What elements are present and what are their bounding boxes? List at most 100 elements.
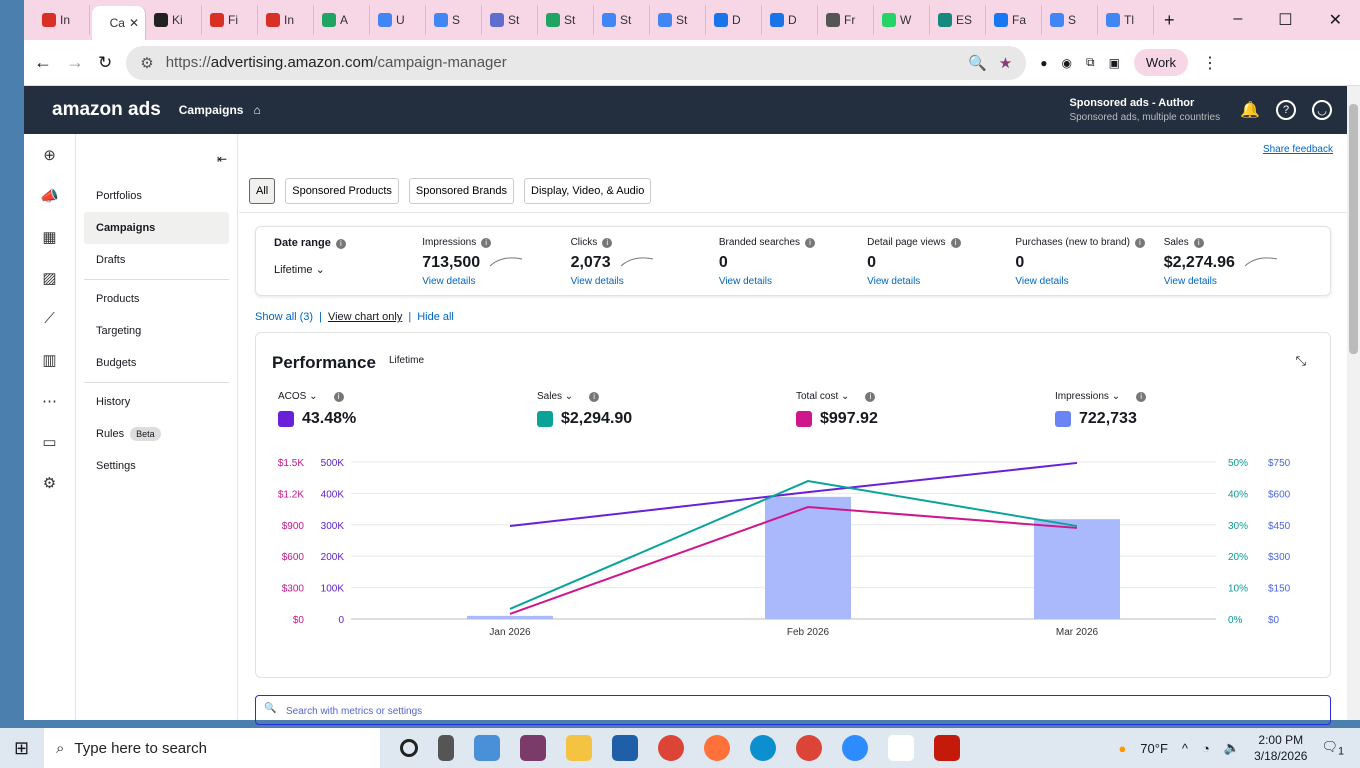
new-tab-icon[interactable]: +	[1164, 10, 1175, 31]
metric-selector[interactable]: ACOS ⌄ i 43.48%	[278, 391, 356, 428]
file-explorer-icon[interactable]	[566, 735, 592, 761]
reports-icon[interactable]: ▥	[24, 339, 75, 380]
chrome-profile-icon[interactable]	[796, 735, 822, 761]
browser-tab[interactable]: A	[316, 5, 370, 35]
browser-tab[interactable]: D	[708, 5, 762, 35]
account-switcher[interactable]: Sponsored ads - Author Sponsored ads, mul…	[1069, 97, 1220, 123]
browser-tab[interactable]: Fi	[204, 5, 258, 35]
info-icon[interactable]: i	[589, 392, 600, 402]
browser-tab[interactable]: St	[540, 5, 594, 35]
edge-icon[interactable]	[750, 735, 776, 761]
bell-icon[interactable]: 🔔	[1240, 100, 1260, 120]
sidebar-item-history[interactable]: History	[84, 386, 229, 418]
browser-tab[interactable]: W	[876, 5, 930, 35]
filter-button[interactable]: All	[249, 178, 276, 204]
view-details-link[interactable]: View details	[571, 276, 624, 287]
chevron-up-icon[interactable]: ^	[1182, 741, 1188, 756]
info-icon[interactable]: i	[481, 238, 492, 248]
metric-selector[interactable]: Sales ⌄ i $2,294.90	[537, 391, 632, 428]
browser-tab[interactable]: In	[36, 5, 90, 35]
clock[interactable]: 2:00 PM 3/18/2026	[1254, 732, 1307, 764]
sidebar-item-targeting[interactable]: Targeting	[84, 315, 229, 347]
home-icon[interactable]: ⌂	[253, 103, 260, 117]
sidebar-item-budgets[interactable]: Budgets	[84, 347, 229, 379]
minimize-icon[interactable]: –	[1233, 10, 1242, 30]
maximize-icon[interactable]: ☐	[1278, 10, 1292, 30]
browser-tab[interactable]: Fa	[988, 5, 1042, 35]
site-settings-icon[interactable]: ⚙	[140, 54, 153, 72]
cortana-icon[interactable]	[400, 739, 418, 757]
info-icon[interactable]: i	[1193, 238, 1204, 248]
show-all-link[interactable]: Show all (3)	[255, 311, 313, 323]
browser-tab[interactable]: Ki	[148, 5, 202, 35]
amazon-ads-logo[interactable]: amazon ads	[52, 99, 161, 121]
notification-icon[interactable]: 🗨1	[1321, 739, 1344, 758]
browser-tab[interactable]: In	[260, 5, 314, 35]
windows-start-icon[interactable]: ⊞	[14, 738, 29, 759]
view-chart-only-link[interactable]: View chart only	[328, 311, 402, 323]
sidebar-item-drafts[interactable]: Drafts	[84, 244, 229, 276]
info-icon[interactable]: i	[865, 392, 876, 402]
volume-icon[interactable]: 🔈	[1224, 740, 1240, 756]
weather-icon[interactable]: ●	[1118, 741, 1126, 756]
extension-icon[interactable]: ●	[1040, 56, 1047, 70]
app-icon[interactable]	[474, 735, 500, 761]
info-icon[interactable]: i	[950, 238, 961, 248]
close-icon[interactable]: ✕	[1329, 10, 1342, 30]
task-view-icon[interactable]	[438, 735, 454, 761]
date-range-dropdown[interactable]: Lifetime ⌄	[274, 263, 422, 276]
view-details-link[interactable]: View details	[422, 276, 475, 287]
analytics-icon[interactable]: ⟋	[24, 298, 75, 339]
menu-icon[interactable]: ⋮	[1202, 53, 1218, 73]
metrics-search-input[interactable]: 🔍 Search with metrics or settings	[255, 695, 1331, 725]
back-icon[interactable]: ←	[34, 52, 52, 73]
sidebar-item-products[interactable]: Products	[84, 283, 229, 315]
browser-tab[interactable]: St	[596, 5, 650, 35]
info-icon[interactable]: i	[1134, 238, 1145, 248]
info-icon[interactable]: i	[333, 392, 344, 402]
metric-selector[interactable]: Impressions ⌄ i 722,733	[1055, 391, 1147, 428]
bar-impressions[interactable]	[765, 496, 851, 619]
info-icon[interactable]: i	[602, 238, 613, 248]
gear-icon[interactable]: ⚙	[24, 462, 75, 503]
reload-icon[interactable]: ↻	[98, 53, 112, 73]
view-details-link[interactable]: View details	[867, 276, 920, 287]
close-tab-icon[interactable]: ✕	[129, 16, 139, 30]
extension-icon[interactable]: ◉	[1062, 56, 1072, 70]
sidebar-item-portfolios[interactable]: Portfolios	[84, 180, 229, 212]
media-icon[interactable]: ▨	[24, 257, 75, 298]
bar-impressions[interactable]	[467, 615, 553, 619]
more-icon[interactable]: ⋯	[24, 380, 75, 421]
filter-button[interactable]: Sponsored Brands	[408, 178, 515, 204]
bar-impressions[interactable]	[1034, 519, 1120, 619]
megaphone-icon[interactable]: 📣	[24, 175, 75, 216]
bookmark-star-icon[interactable]: ★	[999, 54, 1012, 72]
wifi-icon[interactable]: ◔	[1202, 741, 1210, 756]
firefox-icon[interactable]	[704, 735, 730, 761]
winrar-icon[interactable]	[520, 735, 546, 761]
nav-campaigns[interactable]: Campaigns	[179, 103, 244, 117]
browser-tab[interactable]: ES	[932, 5, 986, 35]
metric-selector[interactable]: Total cost ⌄ i $997.92	[796, 391, 878, 428]
profile-button[interactable]: Work	[1133, 49, 1189, 76]
taskbar-search[interactable]: ⌕ Type here to search	[44, 728, 380, 768]
browser-tab[interactable]: St	[484, 5, 538, 35]
share-feedback-link[interactable]: Share feedback	[1263, 144, 1333, 155]
browser-tab[interactable]: U	[372, 5, 426, 35]
info-icon[interactable]: i	[805, 238, 816, 248]
store-icon[interactable]	[612, 735, 638, 761]
filter-button[interactable]: Sponsored Products	[285, 178, 399, 204]
sidebar-item-rules[interactable]: Rules Beta	[84, 418, 229, 450]
view-details-link[interactable]: View details	[1015, 276, 1068, 287]
user-icon[interactable]: ◡	[1312, 100, 1332, 120]
browser-tab[interactable]: D	[764, 5, 818, 35]
browser-tab[interactable]: Tl	[1100, 5, 1154, 35]
info-icon[interactable]: i	[335, 239, 346, 249]
capcut-icon[interactable]	[888, 735, 914, 761]
url-field[interactable]: ⚙ https://advertising.amazon.com/campaign…	[126, 45, 1027, 80]
help-icon[interactable]: ?	[1276, 100, 1296, 120]
create-icon[interactable]: ⊕	[24, 134, 75, 175]
chrome-icon[interactable]	[658, 735, 684, 761]
filter-button[interactable]: Display, Video, & Audio	[524, 178, 652, 204]
view-details-link[interactable]: View details	[719, 276, 772, 287]
